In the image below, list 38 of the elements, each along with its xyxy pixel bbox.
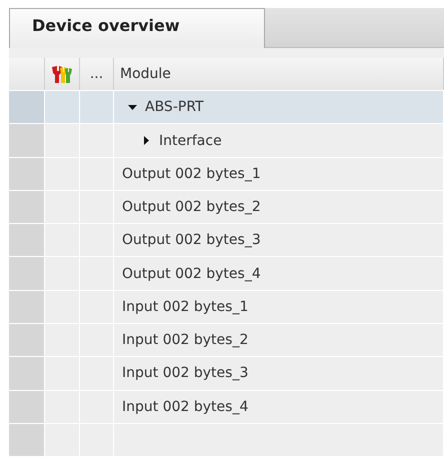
tree-row[interactable]: Output 002 bytes_4 — [114, 257, 444, 290]
module-name: Interface — [159, 132, 222, 149]
module-name: Input 002 bytes_2 — [122, 332, 248, 348]
tree-row[interactable]: Input 002 bytes_3 — [114, 357, 444, 390]
tree-row[interactable]: Input 002 bytes_1 — [114, 290, 444, 324]
module-name: Input 002 bytes_1 — [122, 298, 248, 315]
row-header-cell[interactable] — [9, 424, 45, 456]
row-header-cell[interactable] — [9, 390, 45, 423]
column-header[interactable]: Module — [114, 58, 444, 90]
tree-row[interactable]: Interface — [114, 124, 444, 157]
tree-row[interactable]: Output 002 bytes_1 — [114, 158, 444, 190]
collapsed-caret-icon[interactable] — [142, 136, 151, 146]
module-name: Output 002 bytes_1 — [122, 166, 261, 182]
tree-row[interactable]: Output 002 bytes_3 — [114, 224, 444, 256]
row-header-cell[interactable] — [9, 158, 45, 190]
tree-row[interactable]: Input 002 bytes_4 — [114, 390, 444, 423]
column-header[interactable] — [45, 58, 80, 90]
tree-row[interactable]: Input 002 bytes_2 — [114, 324, 444, 356]
module-name: Output 002 bytes_4 — [122, 266, 261, 282]
tree-row[interactable]: Output 002 bytes_2 — [114, 190, 444, 224]
tree-row[interactable]: ABS-PRT — [114, 91, 444, 124]
row-header-cell[interactable] — [9, 257, 45, 290]
tab[interactable]: Device overview — [9, 8, 265, 48]
row-header-cell[interactable] — [9, 357, 45, 390]
row-header-cell[interactable] — [9, 124, 45, 157]
module-name: Input 002 bytes_4 — [122, 398, 248, 415]
row-header-cell[interactable] — [9, 290, 45, 324]
row-header-cell[interactable] — [9, 224, 45, 256]
module-name: ABS-PRT — [145, 99, 204, 116]
module-name: Output 002 bytes_2 — [122, 199, 261, 216]
module-name: Output 002 bytes_3 — [122, 232, 261, 248]
row-header-cell[interactable] — [9, 324, 45, 356]
row-header-cell[interactable] — [9, 91, 45, 124]
module-name: Input 002 bytes_3 — [122, 365, 248, 382]
expanded-caret-icon[interactable] — [128, 102, 137, 112]
column-header[interactable]: ... — [80, 58, 114, 90]
tools-icon[interactable] — [50, 64, 74, 84]
row-header-cell[interactable] — [9, 190, 45, 224]
